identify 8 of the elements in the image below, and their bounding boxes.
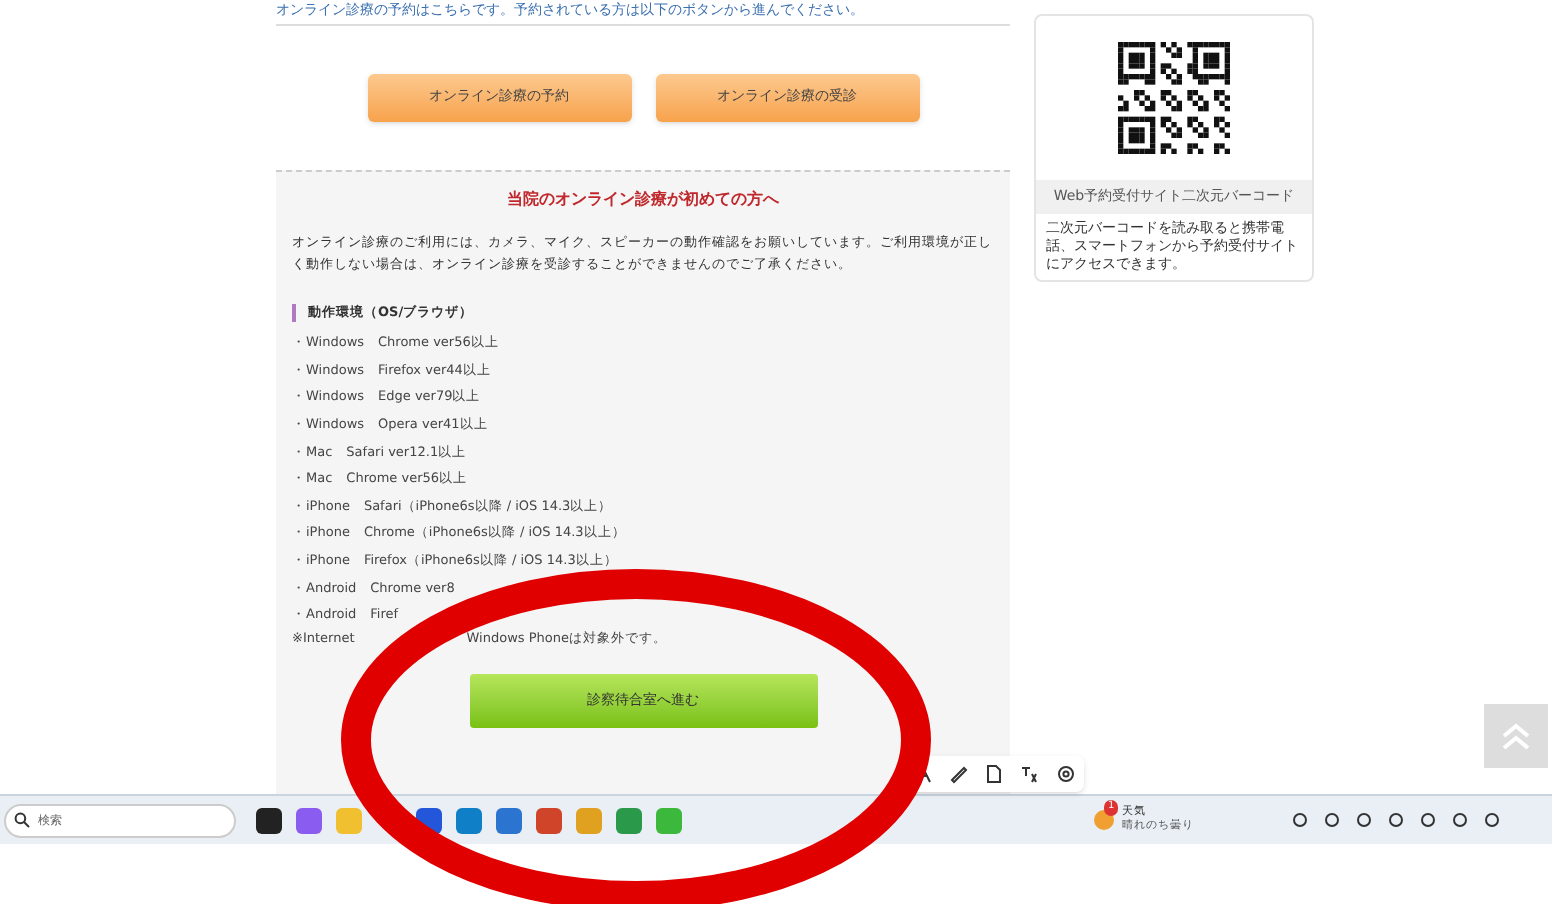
qr-code-icon xyxy=(1118,42,1230,154)
double-chevron-up-icon xyxy=(1500,722,1532,750)
document-icon xyxy=(984,764,1004,784)
search-icon xyxy=(14,812,30,828)
settings-icon xyxy=(1056,764,1076,784)
taskbar-app-icon[interactable] xyxy=(256,807,282,833)
pen-icon xyxy=(948,764,968,784)
panel-heading: 当院のオンライン診療が初めての方へ xyxy=(505,187,781,211)
